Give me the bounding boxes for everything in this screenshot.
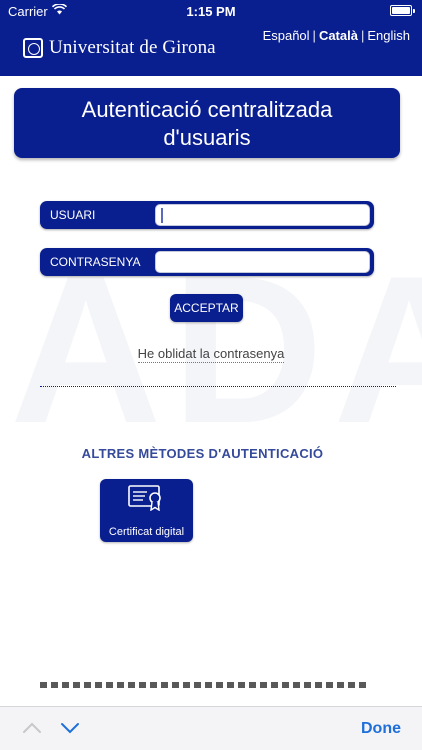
password-field: CONTRASENYA <box>40 248 374 276</box>
page-title: Autenticació centralitzada d'usuaris <box>14 88 400 158</box>
title-line-1: Autenticació centralitzada <box>81 97 333 122</box>
keyboard-toolbar: Done <box>0 706 422 750</box>
university-logo[interactable]: Universitat de Girona <box>23 33 216 63</box>
chevron-up-icon[interactable] <box>22 719 42 737</box>
lang-separator: | <box>312 28 316 43</box>
clipped-text-line <box>40 680 380 688</box>
certificate-label: Certificat digital <box>108 526 185 538</box>
other-methods-title: ALTRES MÈTODES D'AUTENTICACIÓ <box>81 446 324 461</box>
status-bar: Carrier 1:15 PM <box>0 0 422 22</box>
crest-icon <box>23 38 43 58</box>
title-line-2: d'usuaris <box>163 125 251 150</box>
user-input[interactable] <box>155 204 370 226</box>
password-input[interactable] <box>155 251 370 273</box>
done-button[interactable]: Done <box>361 720 401 738</box>
chevron-down-icon[interactable] <box>60 719 80 737</box>
user-field: USUARI <box>40 201 374 229</box>
password-label: CONTRASENYA <box>50 255 141 269</box>
divider <box>40 386 396 387</box>
digital-certificate-button[interactable]: Certificat digital <box>100 479 193 542</box>
lang-separator: | <box>360 28 365 43</box>
logo-text: Universitat de Girona <box>49 37 216 58</box>
app-header: Carrier 1:15 PM Universitat de Girona Es… <box>0 0 422 76</box>
lang-ca[interactable]: Català <box>319 28 358 43</box>
text-caret <box>161 208 163 223</box>
forgot-password: He oblidat la contrasenya <box>0 346 422 363</box>
user-label: USUARI <box>50 208 96 222</box>
accept-button[interactable]: ACCEPTAR <box>170 294 243 322</box>
language-switcher: Español | Català | English <box>263 28 410 43</box>
certificate-icon <box>128 485 161 511</box>
battery-icon <box>390 5 415 16</box>
lang-en[interactable]: English <box>367 28 410 43</box>
clock: 1:15 PM <box>186 4 236 19</box>
forgot-password-link[interactable]: He oblidat la contrasenya <box>137 346 285 363</box>
lang-es[interactable]: Español <box>263 28 310 43</box>
